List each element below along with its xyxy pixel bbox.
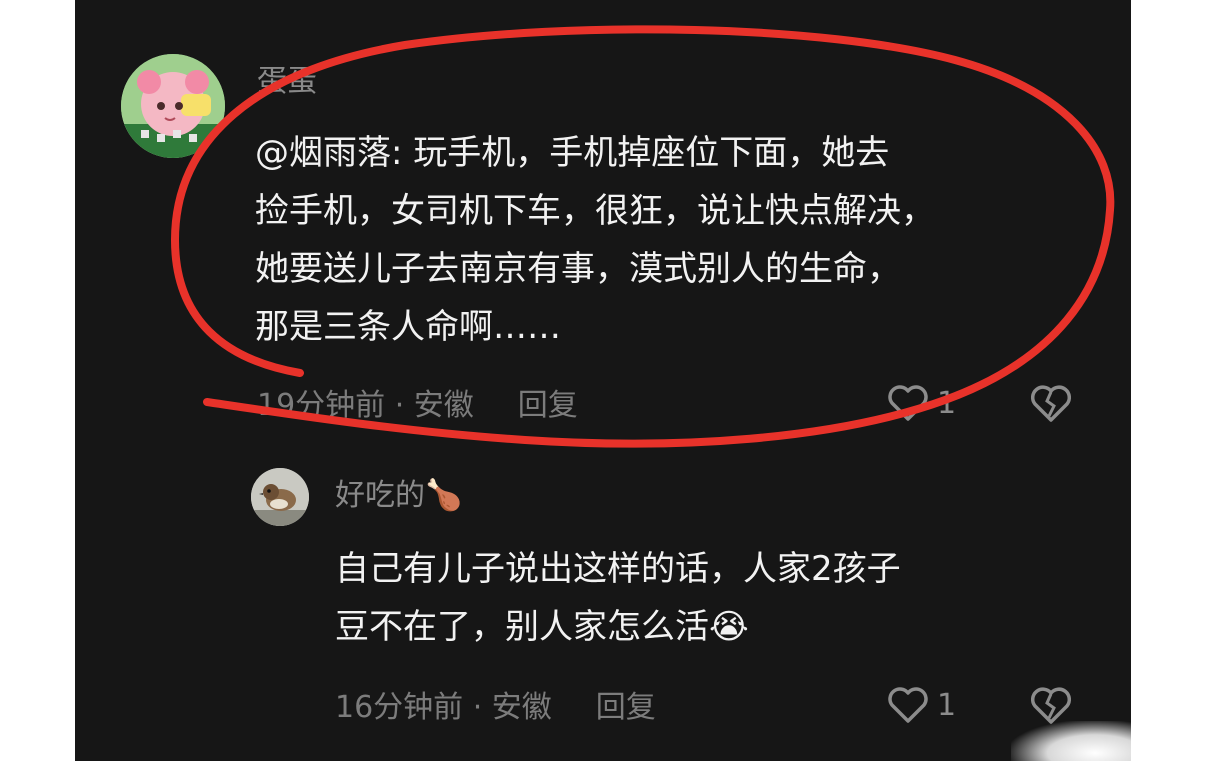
crying-face-icon: 😭	[709, 607, 749, 647]
drumstick-icon: 🍗	[425, 478, 463, 513]
like-button[interactable]: 1	[887, 384, 956, 422]
comment-meta: 19分钟前 · 安徽 回复	[257, 388, 578, 424]
comment-line: 豆不在了，别人家怎么活😭	[335, 598, 901, 656]
comment-line: 自己有儿子说出这样的话，人家2孩子	[335, 549, 901, 589]
heart-icon	[888, 687, 928, 723]
comment-line: 捡手机，女司机下车，很狂，说让快点解决，	[255, 191, 935, 231]
like-count: 1	[937, 385, 957, 421]
comment-line: 她要送儿子去南京有事，漠式别人的生命，	[255, 249, 901, 289]
broken-heart-icon	[1030, 687, 1072, 724]
avatar-anime-girl-icon	[121, 54, 225, 158]
reply-button[interactable]: 回复	[518, 388, 578, 423]
comment-time-location: 16分钟前 · 安徽	[335, 690, 552, 725]
comment-screen: 蛋蛋 @烟雨落: 玩手机，手机掉座位下面，她去 捡手机，女司机下车，很狂，说让快…	[75, 0, 1131, 761]
comment-text: 自己有儿子说出这样的话，人家2孩子 豆不在了，别人家怎么活😭	[335, 540, 901, 656]
avatar-sparrow-icon	[251, 468, 309, 526]
watermark-blur	[1011, 721, 1131, 761]
comment-line: @烟雨落: 玩手机，手机掉座位下面，她去	[255, 133, 890, 173]
comment-username[interactable]: 蛋蛋	[257, 64, 317, 100]
avatar[interactable]	[251, 468, 309, 526]
like-count: 1	[937, 687, 957, 723]
reply-button[interactable]: 回复	[596, 690, 656, 725]
avatar[interactable]	[121, 54, 225, 158]
comment-line: 那是三条人命啊……	[255, 307, 561, 347]
comment-text: @烟雨落: 玩手机，手机掉座位下面，她去 捡手机，女司机下车，很狂，说让快点解决…	[255, 124, 935, 356]
comment-time-location: 19分钟前 · 安徽	[257, 388, 474, 423]
heart-icon	[888, 385, 928, 421]
dislike-button[interactable]	[1029, 384, 1073, 428]
like-button[interactable]: 1	[887, 686, 956, 724]
username-text: 好吃的	[335, 478, 425, 513]
comment-meta: 16分钟前 · 安徽 回复	[335, 690, 656, 726]
comment-username[interactable]: 好吃的🍗	[335, 478, 462, 514]
comment-line-text: 豆不在了，别人家怎么活	[335, 607, 709, 647]
broken-heart-icon	[1030, 385, 1072, 422]
